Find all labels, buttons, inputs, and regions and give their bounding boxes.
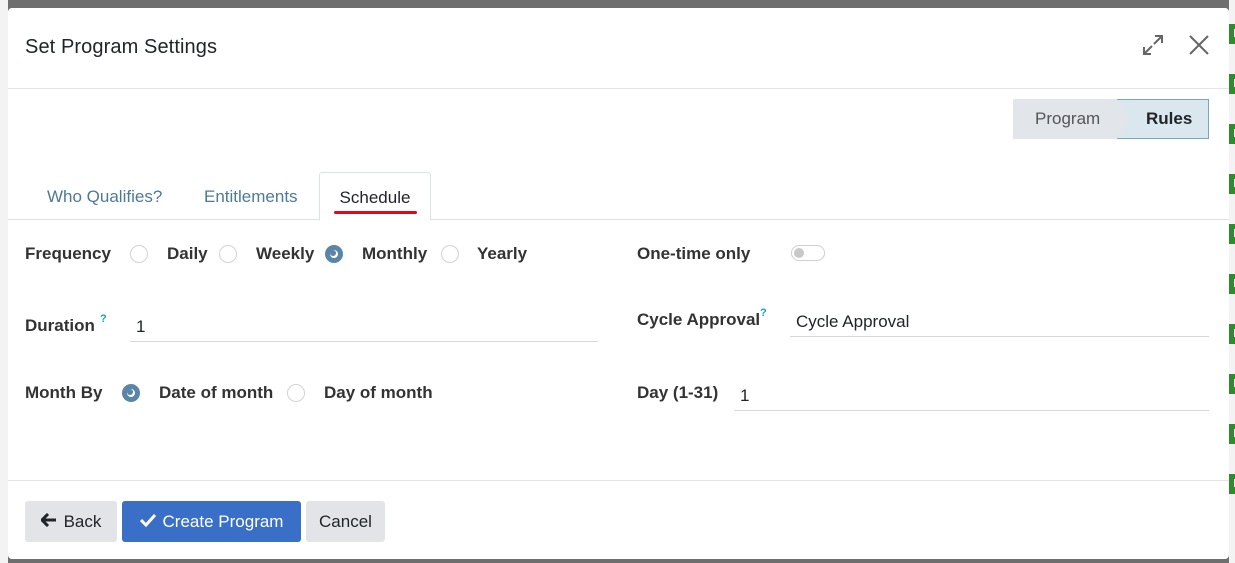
duration-label: Duration	[25, 316, 95, 335]
frequency-option-daily[interactable]: Daily	[167, 244, 208, 264]
background-page-right	[1229, 0, 1235, 563]
cycle-approval-input[interactable]	[790, 307, 1209, 337]
background-check-icon	[1229, 324, 1235, 344]
expand-icon[interactable]	[1140, 34, 1166, 60]
month-by-radio-date[interactable]	[122, 384, 140, 402]
month-by-radio-day[interactable]	[287, 384, 305, 402]
duration-input[interactable]	[130, 312, 598, 342]
background-check-icon	[1229, 174, 1235, 194]
tab-schedule[interactable]: Schedule	[319, 172, 431, 221]
dialog-footer: Back Create Program Cancel	[8, 480, 1229, 559]
back-button[interactable]: Back	[25, 501, 117, 542]
frequency-radio-weekly[interactable]	[219, 245, 237, 263]
settings-tabs: Who Qualifies? Entitlements Schedule	[8, 172, 1229, 221]
status-step-program[interactable]: Program	[1013, 99, 1130, 139]
cycle-approval-help-icon[interactable]: ?	[760, 307, 767, 319]
frequency-option-monthly[interactable]: Monthly	[362, 244, 427, 264]
background-page-left	[0, 0, 8, 563]
background-check-icon	[1229, 424, 1235, 444]
frequency-radio-monthly[interactable]	[325, 245, 343, 263]
close-x-icon	[1189, 35, 1209, 55]
day-label: Day (1-31)	[637, 383, 719, 402]
program-settings-dialog: Set Program Settings Program Rules Who Q…	[8, 8, 1229, 559]
close-icon[interactable]	[1186, 34, 1212, 60]
active-tab-underline	[334, 211, 417, 214]
frequency-radio-daily[interactable]	[130, 245, 148, 263]
tab-entitlements[interactable]: Entitlements	[184, 172, 318, 220]
month-by-label: Month By	[25, 383, 103, 402]
background-check-icon	[1229, 124, 1235, 144]
tab-schedule-label: Schedule	[339, 188, 411, 207]
status-step-rules[interactable]: Rules	[1117, 99, 1209, 139]
one-time-toggle[interactable]	[791, 245, 825, 261]
cycle-approval-label: Cycle Approval	[637, 310, 761, 329]
frequency-option-yearly[interactable]: Yearly	[477, 244, 527, 264]
dialog-header: Set Program Settings	[8, 8, 1229, 89]
background-check-icon	[1229, 224, 1235, 244]
frequency-option-weekly[interactable]: Weekly	[256, 244, 314, 264]
month-by-option-day[interactable]: Day of month	[324, 383, 433, 403]
program-statusbar: Program Rules	[1013, 99, 1209, 139]
background-check-icon	[1229, 274, 1235, 294]
check-icon	[139, 512, 156, 532]
back-button-label: Back	[63, 511, 102, 531]
expand-arrows-icon	[1143, 35, 1163, 55]
one-time-label: One-time only	[637, 244, 751, 263]
tab-who-qualifies[interactable]: Who Qualifies?	[27, 172, 182, 220]
day-input[interactable]	[734, 381, 1209, 411]
background-check-icon	[1229, 374, 1235, 394]
duration-help-icon[interactable]: ?	[100, 313, 107, 325]
frequency-radio-yearly[interactable]	[441, 245, 459, 263]
dialog-title: Set Program Settings	[25, 36, 218, 58]
month-by-option-date[interactable]: Date of month	[159, 383, 273, 403]
arrow-left-icon	[39, 512, 57, 532]
background-check-icon	[1229, 74, 1235, 94]
create-program-button[interactable]: Create Program	[122, 501, 301, 542]
background-check-icon	[1229, 474, 1235, 494]
frequency-label: Frequency	[25, 244, 111, 263]
create-program-button-label: Create Program	[162, 511, 284, 531]
background-check-icon	[1229, 24, 1235, 44]
cancel-button[interactable]: Cancel	[306, 501, 385, 542]
